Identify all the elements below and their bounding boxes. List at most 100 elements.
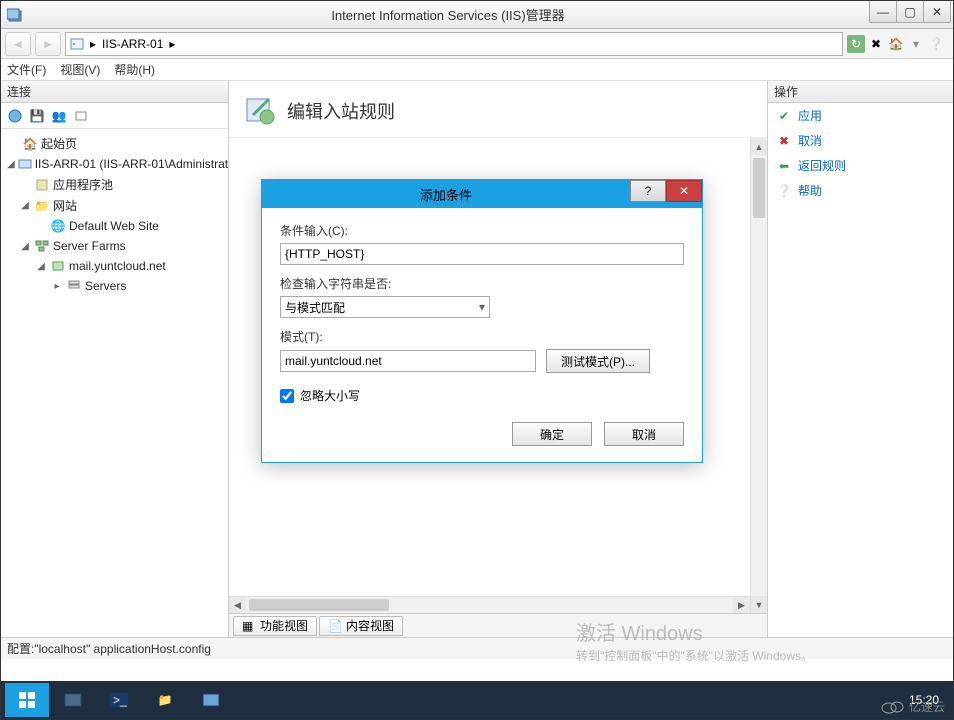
cancel-button[interactable]: 取消 xyxy=(604,422,684,446)
tree-sites[interactable]: ◢📁网站 xyxy=(3,195,226,216)
up-icon[interactable] xyxy=(71,106,91,126)
close-button[interactable]: ✕ xyxy=(923,1,951,23)
dialog-footer: 确定 取消 xyxy=(262,410,702,462)
server-icon xyxy=(70,37,84,51)
check-type-label: 检查输入字符串是否: xyxy=(280,275,684,292)
window-titlebar: Internet Information Services (IIS)管理器 —… xyxy=(1,1,953,29)
breadcrumb-sep-icon: ▸ xyxy=(169,37,175,51)
action-back-to-rules[interactable]: ⬅返回规则 xyxy=(768,153,953,178)
check-type-dropdown[interactable]: 与模式匹配 xyxy=(280,296,490,318)
taskbar-iis[interactable] xyxy=(189,683,233,717)
dialog-body: 条件输入(C): 检查输入字符串是否: 与模式匹配 模式(T): 测试模式(P)… xyxy=(262,208,702,410)
server-farms-icon xyxy=(34,238,50,254)
tab-content-view[interactable]: 📄内容视图 xyxy=(319,616,403,636)
connections-panel: 连接 💾 👥 🏠起始页 ◢IIS-ARR-01 (IIS-ARR-01\Admi… xyxy=(1,81,229,637)
taskbar-powershell[interactable]: >_ xyxy=(97,683,141,717)
menu-file[interactable]: 文件(F) xyxy=(7,61,46,78)
tree-servers[interactable]: ▸Servers xyxy=(3,276,226,296)
nav-back-button[interactable]: ◄ xyxy=(5,32,31,56)
connections-toolbar: 💾 👥 xyxy=(1,103,228,129)
breadcrumb-server[interactable]: IIS-ARR-01 xyxy=(102,37,163,51)
maximize-button[interactable]: ▢ xyxy=(896,1,924,23)
brand-text: 亿速云 xyxy=(909,698,945,715)
page-header: 编辑入站规则 xyxy=(229,81,767,137)
taskbar: >_ 📁 15:20 xyxy=(1,681,953,719)
horizontal-scrollbar[interactable]: ◀ ▶ xyxy=(229,596,750,613)
action-apply[interactable]: ✔应用 xyxy=(768,103,953,128)
breadcrumb-sep-icon: ▸ xyxy=(90,37,96,51)
tab-features-view[interactable]: ▦功能视图 xyxy=(233,616,317,636)
add-condition-dialog: 添加条件 ? ✕ 条件输入(C): 检查输入字符串是否: 与模式匹配 模式(T)… xyxy=(261,179,703,463)
condition-input-field[interactable] xyxy=(280,243,684,265)
scroll-left-icon[interactable]: ◀ xyxy=(229,597,246,613)
status-config-text: 配置:"localhost" applicationHost.config xyxy=(7,640,211,657)
back-arrow-icon: ⬅ xyxy=(776,158,792,174)
actions-panel: 操作 ✔应用 ✖取消 ⬅返回规则 ❔帮助 xyxy=(767,81,953,637)
taskbar-server-manager[interactable] xyxy=(51,683,95,717)
save-icon[interactable]: 💾 xyxy=(27,106,47,126)
settings-icon[interactable]: ▾ xyxy=(907,35,925,53)
nav-tools: ↻ ✖ 🏠 ▾ ❔ xyxy=(847,35,949,53)
stop-icon[interactable]: ✖ xyxy=(867,35,885,53)
cloud-icon xyxy=(879,697,905,715)
apply-icon: ✔ xyxy=(776,108,792,124)
pattern-input-field[interactable] xyxy=(280,350,536,372)
nav-bar: ◄ ► ▸ IIS-ARR-01 ▸ ↻ ✖ 🏠 ▾ ❔ xyxy=(1,29,953,59)
help-icon: ❔ xyxy=(776,183,792,199)
minimize-button[interactable]: — xyxy=(869,1,897,23)
window-title: Internet Information Services (IIS)管理器 xyxy=(27,5,869,24)
menu-bar: 文件(F) 视图(V) 帮助(H) xyxy=(1,59,953,81)
nav-forward-button[interactable]: ► xyxy=(35,32,61,56)
tree-server-node[interactable]: ◢IIS-ARR-01 (IIS-ARR-01\Administrator xyxy=(3,154,226,174)
home-page-icon: 🏠 xyxy=(22,136,38,152)
start-button[interactable] xyxy=(5,683,49,717)
refresh-icon[interactable]: ↻ xyxy=(847,35,865,53)
action-help[interactable]: ❔帮助 xyxy=(768,178,953,203)
menu-help[interactable]: 帮助(H) xyxy=(114,61,155,78)
scroll-thumb[interactable] xyxy=(753,158,765,218)
connections-tree: 🏠起始页 ◢IIS-ARR-01 (IIS-ARR-01\Administrat… xyxy=(1,129,228,637)
help-nav-icon[interactable]: ❔ xyxy=(927,35,945,53)
refresh-tree-icon[interactable]: 👥 xyxy=(49,106,69,126)
tree-app-pools[interactable]: 应用程序池 xyxy=(3,174,226,195)
dialog-titlebar[interactable]: 添加条件 ? ✕ xyxy=(262,180,702,208)
ignore-case-checkbox[interactable]: 忽略大小写 xyxy=(280,387,684,404)
tree-server-farms[interactable]: ◢Server Farms xyxy=(3,236,226,256)
connections-header: 连接 xyxy=(1,81,228,103)
svg-text:>_: >_ xyxy=(113,693,127,707)
dialog-close-button[interactable]: ✕ xyxy=(666,180,702,202)
taskbar-explorer[interactable]: 📁 xyxy=(143,683,187,717)
dialog-title: 添加条件 xyxy=(262,185,630,204)
watermark-title: 激活 Windows xyxy=(576,620,813,648)
window-controls: — ▢ ✕ xyxy=(869,1,953,28)
home-icon[interactable]: 🏠 xyxy=(887,35,905,53)
tree-start-page[interactable]: 🏠起始页 xyxy=(3,133,226,154)
features-tab-icon: ▦ xyxy=(242,619,256,633)
server-node-icon xyxy=(18,156,32,172)
condition-input-label: 条件输入(C): xyxy=(280,222,684,239)
sites-folder-icon: 📁 xyxy=(34,198,50,214)
vertical-scrollbar[interactable]: ▲ ▼ xyxy=(750,138,767,613)
scroll-down-icon[interactable]: ▼ xyxy=(751,596,767,613)
app-pools-icon xyxy=(34,177,50,193)
content-tab-icon: 📄 xyxy=(328,619,342,633)
ignore-case-input[interactable] xyxy=(280,389,294,403)
menu-view[interactable]: 视图(V) xyxy=(60,61,100,78)
farm-icon xyxy=(50,258,66,274)
actions-header: 操作 xyxy=(768,81,953,103)
tree-farm-mail[interactable]: ◢mail.yuntcloud.net xyxy=(3,256,226,276)
tree-default-website[interactable]: 🌐Default Web Site xyxy=(3,216,226,236)
test-pattern-button[interactable]: 测试模式(P)... xyxy=(546,349,650,373)
scroll-thumb-h[interactable] xyxy=(249,599,389,611)
connect-icon[interactable] xyxy=(5,106,25,126)
ok-button[interactable]: 确定 xyxy=(512,422,592,446)
action-cancel[interactable]: ✖取消 xyxy=(768,128,953,153)
scroll-up-icon[interactable]: ▲ xyxy=(751,138,767,155)
app-icon xyxy=(7,7,23,23)
website-icon: 🌐 xyxy=(50,218,66,234)
activation-watermark: 激活 Windows 转到"控制面板"中的"系统"以激活 Windows。 xyxy=(576,620,813,665)
watermark-subtitle: 转到"控制面板"中的"系统"以激活 Windows。 xyxy=(576,648,813,665)
dialog-help-button[interactable]: ? xyxy=(630,180,666,202)
breadcrumb[interactable]: ▸ IIS-ARR-01 ▸ xyxy=(65,32,843,56)
scroll-right-icon[interactable]: ▶ xyxy=(733,597,750,613)
